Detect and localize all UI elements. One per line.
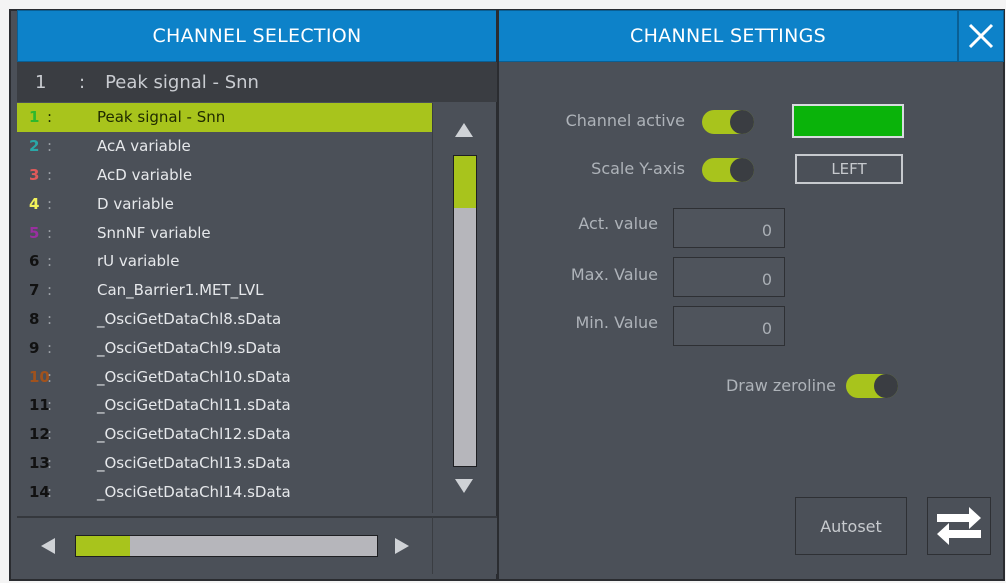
scroll-corner [432, 516, 496, 574]
arrow-left-icon[interactable] [41, 538, 55, 554]
selected-channel-bar: 1 : Peak signal - Snn [17, 62, 497, 102]
channel-row[interactable]: 2: AcA variable [17, 132, 432, 161]
channel-number: 9 [29, 338, 40, 357]
channel-name: _OsciGetDataChl11.sData [97, 396, 291, 415]
channel-name: _OsciGetDataChl9.sData [97, 338, 282, 357]
channel-separator: : [47, 425, 53, 444]
swap-arrows-icon [937, 507, 981, 545]
channel-name: Peak signal - Snn [97, 108, 226, 127]
swap-button[interactable] [927, 497, 991, 555]
channel-number: 10 [29, 367, 50, 386]
arrow-up-icon[interactable] [455, 123, 473, 137]
channel-number: 14 [29, 482, 50, 501]
channel-name: D variable [97, 194, 174, 213]
channel-settings-header: CHANNEL SETTINGS [498, 10, 958, 62]
horizontal-scrollbar[interactable] [17, 516, 497, 574]
draw-zeroline-label: Draw zeroline [725, 376, 836, 395]
channel-row[interactable]: 15:_OsciGetDataChl15.sData [17, 506, 432, 513]
channel-row[interactable]: 13: _OsciGetDataChl13.sData [17, 449, 432, 478]
channel-number: 8 [29, 309, 40, 328]
act-value-label: Act. value [578, 214, 658, 233]
channel-row[interactable]: 1: Peak signal - Snn [17, 103, 432, 132]
channel-color-swatch[interactable] [792, 104, 904, 138]
channel-separator: : [47, 367, 53, 386]
channel-separator: : [47, 223, 53, 242]
channel-number: 1 [29, 108, 40, 127]
toggle-knob [730, 158, 754, 182]
vertical-scroll-thumb[interactable] [454, 156, 476, 208]
channel-separator: : [47, 194, 53, 213]
channel-separator: : [47, 281, 53, 300]
channel-number: 5 [29, 223, 40, 242]
act-value-field: 0 [673, 208, 785, 248]
channel-separator: : [47, 338, 53, 357]
channel-row[interactable]: 6: rU variable [17, 247, 432, 276]
channel-number: 7 [29, 281, 40, 300]
channel-name: rU variable [97, 252, 180, 271]
channel-name: _OsciGetDataChl15.sData [97, 512, 291, 513]
toggle-knob [874, 374, 898, 398]
channel-number: 11 [29, 396, 50, 415]
channel-row[interactable]: 8: _OsciGetDataChl8.sData [17, 305, 432, 334]
vertical-scroll-track[interactable] [453, 155, 477, 467]
channel-name: _OsciGetDataChl13.sData [97, 453, 291, 472]
channel-number: 6 [29, 252, 40, 271]
close-button[interactable] [958, 10, 1004, 62]
channel-number: 3 [29, 165, 40, 184]
channel-row[interactable]: 11: _OsciGetDataChl11.sData [17, 391, 432, 420]
channel-number: 2 [29, 137, 40, 156]
channel-name: _OsciGetDataChl14.sData [97, 482, 291, 501]
channel-number: 13 [29, 453, 50, 472]
draw-zeroline-toggle[interactable] [846, 374, 898, 398]
channel-name: _OsciGetDataChl10.sData [97, 367, 291, 386]
channel-name: Can_Barrier1.MET_LVL [97, 281, 264, 300]
channel-separator: : [47, 165, 53, 184]
channel-row[interactable]: 12: _OsciGetDataChl12.sData [17, 420, 432, 449]
axis-side-button[interactable]: LEFT [795, 154, 903, 184]
channel-number: 15 [17, 512, 50, 513]
channel-row[interactable]: 7: Can_Barrier1.MET_LVL [17, 276, 432, 305]
channel-row[interactable]: 3: AcD variable [17, 161, 432, 190]
channel-separator: : [47, 512, 97, 513]
channel-separator: : [47, 396, 53, 415]
selected-channel-number: 1 [35, 71, 47, 93]
channel-name: _OsciGetDataChl12.sData [97, 425, 291, 444]
channel-name: AcD variable [97, 165, 193, 184]
channel-separator: : [47, 252, 53, 271]
toggle-knob [730, 110, 754, 134]
channel-separator: : [47, 482, 53, 501]
arrow-right-icon[interactable] [395, 538, 409, 554]
min-value-field[interactable]: 0 [673, 306, 785, 346]
channel-selection-header: CHANNEL SELECTION [17, 10, 497, 62]
channel-active-toggle[interactable] [702, 110, 754, 134]
vertical-scrollbar[interactable] [432, 103, 496, 513]
scale-y-axis-toggle[interactable] [702, 158, 754, 182]
channel-separator: : [47, 108, 53, 127]
min-value-label: Min. Value [575, 313, 659, 332]
channel-number: 4 [29, 194, 40, 213]
channel-row[interactable]: 5: SnnNF variable [17, 218, 432, 247]
channel-row[interactable]: 4: D variable [17, 189, 432, 218]
channel-separator: : [47, 137, 53, 156]
horizontal-scroll-thumb[interactable] [76, 536, 130, 556]
channel-name: AcA variable [97, 137, 191, 156]
max-value-field[interactable]: 0 [673, 257, 785, 297]
scale-y-axis-label: Scale Y-axis [591, 159, 685, 178]
channel-separator: : [47, 453, 53, 472]
autoset-button[interactable]: Autoset [795, 497, 907, 555]
channel-row[interactable]: 9: _OsciGetDataChl9.sData [17, 333, 432, 362]
max-value-label: Max. Value [570, 265, 658, 284]
channel-name: SnnNF variable [97, 223, 211, 242]
horizontal-scroll-track[interactable] [75, 535, 378, 557]
channel-name: _OsciGetDataChl8.sData [97, 309, 282, 328]
channel-separator: : [47, 309, 53, 328]
close-icon [968, 23, 994, 49]
channel-active-label: Channel active [565, 111, 685, 130]
channel-list[interactable]: 1: Peak signal - Snn 2: AcA variable 3: AcD v… [17, 103, 432, 513]
channel-row[interactable]: 10: _OsciGetDataChl10.sData [17, 362, 432, 391]
selected-channel-name: Peak signal - Snn [105, 71, 259, 93]
channel-row[interactable]: 14: _OsciGetDataChl14.sData [17, 477, 432, 506]
arrow-down-icon[interactable] [455, 479, 473, 493]
channel-number: 12 [29, 425, 50, 444]
